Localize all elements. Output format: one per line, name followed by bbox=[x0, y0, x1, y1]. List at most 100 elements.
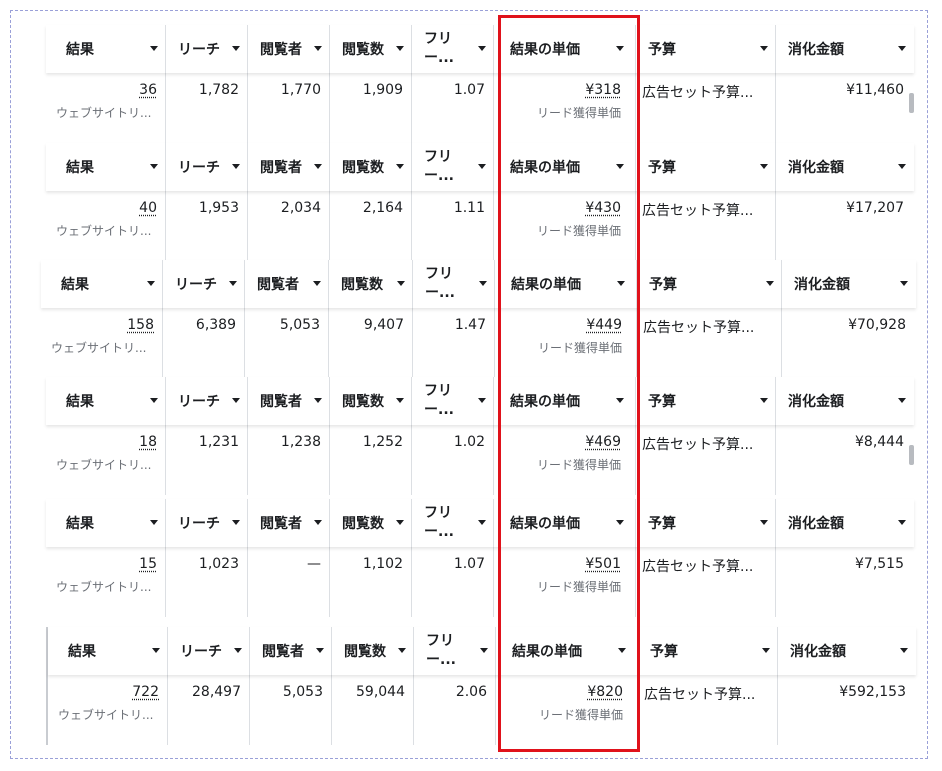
column-header-budget[interactable]: 予算 bbox=[638, 627, 778, 675]
column-header-cost_per_result[interactable]: 結果の単価 bbox=[495, 260, 637, 308]
column-header-results[interactable]: 結果 bbox=[46, 499, 166, 547]
column-header-reach[interactable]: リーチ bbox=[166, 143, 248, 191]
sort-dropdown-icon[interactable] bbox=[760, 46, 768, 51]
sort-dropdown-icon[interactable] bbox=[618, 648, 626, 653]
cell-results[interactable]: 36 ウェブサイトリ... bbox=[46, 73, 166, 143]
results-value[interactable]: 158 bbox=[127, 317, 154, 333]
sort-dropdown-icon[interactable] bbox=[480, 648, 488, 653]
column-header-reach[interactable]: リーチ bbox=[166, 499, 248, 547]
sort-dropdown-icon[interactable] bbox=[766, 281, 774, 286]
column-header-amount_spent[interactable]: 消化金額 bbox=[776, 499, 914, 547]
sort-dropdown-icon[interactable] bbox=[316, 648, 324, 653]
results-value[interactable]: 18 bbox=[139, 434, 157, 450]
sort-dropdown-icon[interactable] bbox=[396, 46, 404, 51]
sort-dropdown-icon[interactable] bbox=[234, 648, 242, 653]
column-header-viewers[interactable]: 閲覧者 bbox=[250, 627, 332, 675]
results-value[interactable]: 40 bbox=[139, 200, 157, 216]
column-header-reach[interactable]: リーチ bbox=[163, 260, 245, 308]
sort-dropdown-icon[interactable] bbox=[314, 520, 322, 525]
column-header-reach[interactable]: リーチ bbox=[168, 627, 250, 675]
horizontal-scrollbar-thumb[interactable] bbox=[909, 93, 914, 113]
column-header-amount_spent[interactable]: 消化金額 bbox=[776, 25, 914, 73]
column-header-views[interactable]: 閲覧数 bbox=[330, 25, 412, 73]
cost_per_result-value[interactable]: ¥820 bbox=[587, 684, 623, 700]
column-header-budget[interactable]: 予算 bbox=[636, 377, 776, 425]
sort-dropdown-icon[interactable] bbox=[760, 520, 768, 525]
cell-results[interactable]: 158 ウェブサイトリ... bbox=[41, 308, 163, 378]
sort-dropdown-icon[interactable] bbox=[396, 398, 404, 403]
column-header-amount_spent[interactable]: 消化金額 bbox=[776, 143, 914, 191]
column-header-results[interactable]: 結果 bbox=[48, 627, 168, 675]
sort-dropdown-icon[interactable] bbox=[313, 281, 321, 286]
sort-dropdown-icon[interactable] bbox=[478, 520, 486, 525]
cost_per_result-value[interactable]: ¥430 bbox=[585, 200, 621, 216]
column-header-amount_spent[interactable]: 消化金額 bbox=[782, 260, 916, 308]
cell-cost_per_result[interactable]: ¥430 リード獲得単価 bbox=[494, 191, 636, 261]
sort-dropdown-icon[interactable] bbox=[314, 164, 322, 169]
sort-dropdown-icon[interactable] bbox=[900, 281, 908, 286]
cell-cost_per_result[interactable]: ¥318 リード獲得単価 bbox=[494, 73, 636, 143]
sort-dropdown-icon[interactable] bbox=[150, 520, 158, 525]
column-header-results[interactable]: 結果 bbox=[46, 143, 166, 191]
sort-dropdown-icon[interactable] bbox=[898, 46, 906, 51]
cost_per_result-value[interactable]: ¥469 bbox=[585, 434, 621, 450]
sort-dropdown-icon[interactable] bbox=[760, 164, 768, 169]
sort-dropdown-icon[interactable] bbox=[314, 398, 322, 403]
column-header-amount_spent[interactable]: 消化金額 bbox=[776, 377, 914, 425]
sort-dropdown-icon[interactable] bbox=[229, 281, 237, 286]
sort-dropdown-icon[interactable] bbox=[396, 520, 404, 525]
sort-dropdown-icon[interactable] bbox=[396, 164, 404, 169]
column-header-amount_spent[interactable]: 消化金額 bbox=[778, 627, 916, 675]
sort-dropdown-icon[interactable] bbox=[232, 398, 240, 403]
sort-dropdown-icon[interactable] bbox=[314, 46, 322, 51]
sort-dropdown-icon[interactable] bbox=[152, 648, 160, 653]
results-value[interactable]: 36 bbox=[139, 82, 157, 98]
cell-results[interactable]: 722 ウェブサイトリ... bbox=[48, 675, 168, 745]
sort-dropdown-icon[interactable] bbox=[762, 648, 770, 653]
column-header-results[interactable]: 結果 bbox=[46, 377, 166, 425]
cell-results[interactable]: 15 ウェブサイトリ... bbox=[46, 547, 166, 617]
column-header-views[interactable]: 閲覧数 bbox=[329, 260, 413, 308]
horizontal-scrollbar-thumb[interactable] bbox=[909, 445, 914, 465]
sort-dropdown-icon[interactable] bbox=[760, 398, 768, 403]
column-header-frequency[interactable]: フリー... bbox=[412, 499, 494, 547]
cost_per_result-value[interactable]: ¥318 bbox=[585, 82, 621, 98]
column-header-results[interactable]: 結果 bbox=[46, 25, 166, 73]
sort-dropdown-icon[interactable] bbox=[398, 648, 406, 653]
column-header-cost_per_result[interactable]: 結果の単価 bbox=[494, 499, 636, 547]
column-header-views[interactable]: 閲覧数 bbox=[330, 143, 412, 191]
column-header-views[interactable]: 閲覧数 bbox=[332, 627, 414, 675]
column-header-viewers[interactable]: 閲覧者 bbox=[248, 143, 330, 191]
column-header-cost_per_result[interactable]: 結果の単価 bbox=[494, 377, 636, 425]
sort-dropdown-icon[interactable] bbox=[617, 281, 625, 286]
cost_per_result-value[interactable]: ¥449 bbox=[586, 317, 622, 333]
sort-dropdown-icon[interactable] bbox=[147, 281, 155, 286]
column-header-cost_per_result[interactable]: 結果の単価 bbox=[494, 25, 636, 73]
column-header-viewers[interactable]: 閲覧者 bbox=[248, 25, 330, 73]
sort-dropdown-icon[interactable] bbox=[616, 398, 624, 403]
column-header-budget[interactable]: 予算 bbox=[637, 260, 782, 308]
results-value[interactable]: 15 bbox=[139, 556, 157, 572]
column-header-views[interactable]: 閲覧数 bbox=[330, 377, 412, 425]
column-header-reach[interactable]: リーチ bbox=[166, 377, 248, 425]
column-header-budget[interactable]: 予算 bbox=[636, 143, 776, 191]
sort-dropdown-icon[interactable] bbox=[150, 46, 158, 51]
sort-dropdown-icon[interactable] bbox=[232, 46, 240, 51]
cell-cost_per_result[interactable]: ¥501 リード獲得単価 bbox=[494, 547, 636, 617]
column-header-viewers[interactable]: 閲覧者 bbox=[245, 260, 329, 308]
sort-dropdown-icon[interactable] bbox=[150, 398, 158, 403]
column-header-frequency[interactable]: フリー... bbox=[412, 377, 494, 425]
sort-dropdown-icon[interactable] bbox=[898, 398, 906, 403]
sort-dropdown-icon[interactable] bbox=[150, 164, 158, 169]
cell-results[interactable]: 18 ウェブサイトリ... bbox=[46, 425, 166, 495]
cell-cost_per_result[interactable]: ¥820 リード獲得単価 bbox=[496, 675, 638, 745]
sort-dropdown-icon[interactable] bbox=[232, 520, 240, 525]
sort-dropdown-icon[interactable] bbox=[397, 281, 405, 286]
column-header-frequency[interactable]: フリー... bbox=[413, 260, 495, 308]
column-header-views[interactable]: 閲覧数 bbox=[330, 499, 412, 547]
cell-cost_per_result[interactable]: ¥469 リード獲得単価 bbox=[494, 425, 636, 495]
column-header-reach[interactable]: リーチ bbox=[166, 25, 248, 73]
cost_per_result-value[interactable]: ¥501 bbox=[585, 556, 621, 572]
results-value[interactable]: 722 bbox=[132, 684, 159, 700]
cell-cost_per_result[interactable]: ¥449 リード獲得単価 bbox=[495, 308, 637, 378]
